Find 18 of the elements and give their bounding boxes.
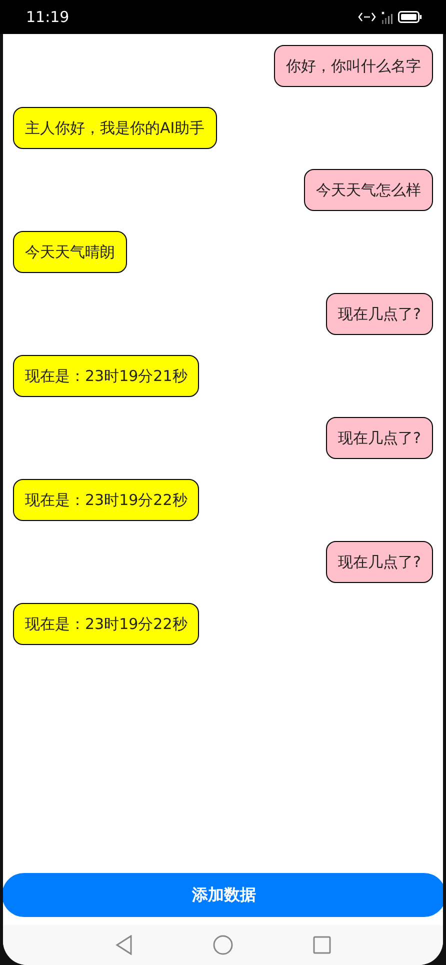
recents-icon[interactable]	[313, 936, 331, 954]
chat-bubble: 现在是：23时19分22秒	[13, 479, 200, 521]
chat-bubble: 现在几点了?	[326, 417, 433, 459]
add-data-button[interactable]: 添加数据	[3, 873, 443, 917]
chat-bubble: 主人你好，我是你的AI助手	[13, 107, 217, 149]
data-transfer-icon	[358, 12, 376, 22]
chat-bubble: 现在几点了?	[326, 541, 433, 583]
status-time: 11:19	[26, 8, 70, 26]
battery-icon	[398, 11, 422, 23]
chat-bubble: 今天天气怎么样	[304, 169, 433, 211]
home-icon[interactable]	[213, 935, 233, 955]
chat-bubble: 今天天气晴朗	[13, 231, 127, 273]
signal-icon	[381, 10, 393, 24]
chat-bubble: 现在几点了?	[326, 293, 433, 335]
chat-bubble: 你好，你叫什么名字	[274, 45, 433, 87]
chat-bubble: 现在是：23时19分22秒	[13, 603, 200, 645]
chat-bubble: 现在是：23时19分21秒	[13, 355, 200, 397]
back-icon[interactable]	[115, 935, 133, 955]
